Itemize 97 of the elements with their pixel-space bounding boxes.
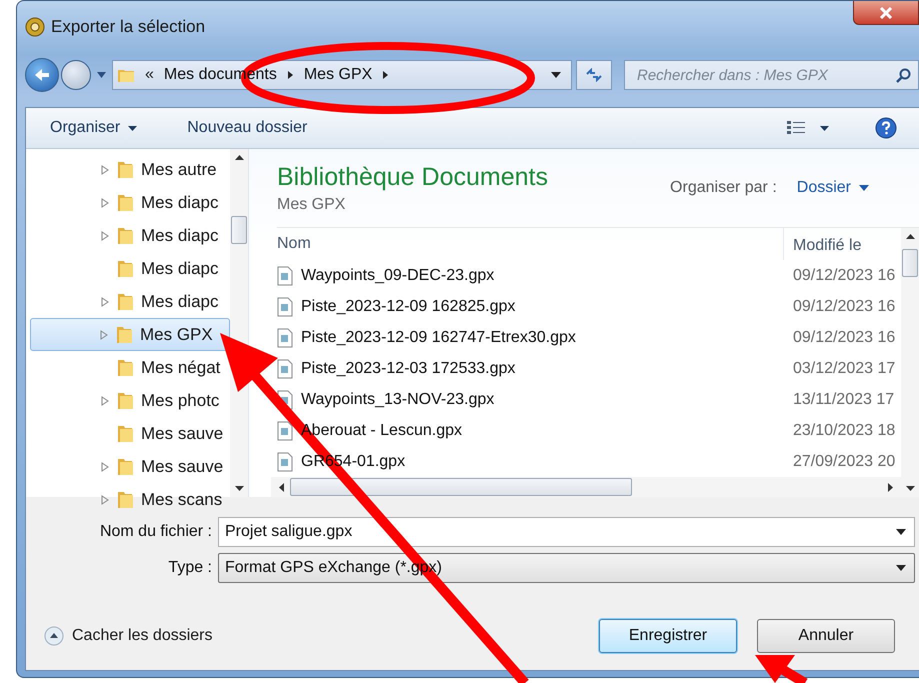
file-name[interactable]: Waypoints_13-NOV-23.gpx <box>301 390 494 408</box>
file-name[interactable]: Waypoints_09-DEC-23.gpx <box>301 266 494 284</box>
collapse-icon <box>44 626 64 646</box>
file-name[interactable]: Piste_2023-12-03 172533.gpx <box>301 360 516 378</box>
refresh-button[interactable] <box>576 60 612 90</box>
scroll-down-icon[interactable] <box>234 486 244 491</box>
expand-arrow-icon[interactable] <box>101 462 109 472</box>
scrollbar-thumb[interactable] <box>290 478 632 496</box>
file-date: 23/10/2023 18 <box>792 422 896 440</box>
folder-tree-item[interactable]: Mes diapc <box>26 285 230 318</box>
folder-tree-item[interactable]: Mes autre <box>26 153 230 186</box>
file-date: 03/12/2023 17 <box>792 360 896 378</box>
left-arrow-icon <box>33 67 51 83</box>
file-date: 09/12/2023 16 <box>792 298 896 316</box>
document-icon <box>277 452 293 472</box>
breadcrumb[interactable]: Mes GPX <box>304 66 372 84</box>
scroll-right-icon[interactable] <box>888 482 893 492</box>
disc-icon <box>25 17 45 37</box>
folder-tree-item[interactable]: Mes sauve <box>26 417 230 450</box>
help-icon[interactable] <box>875 117 897 139</box>
forward-button[interactable] <box>61 60 91 90</box>
annotation-arrow <box>755 655 808 683</box>
folder-tree-item[interactable]: Mes diapc <box>26 186 230 219</box>
scroll-down-icon[interactable] <box>906 486 914 491</box>
folder-icon <box>115 192 135 212</box>
folder-icon <box>115 424 135 444</box>
close-button[interactable] <box>853 1 919 25</box>
arrange-label: Organiser par : <box>670 179 777 197</box>
scroll-up-icon[interactable] <box>906 234 914 239</box>
folder-icon <box>115 258 135 278</box>
caret-icon <box>128 126 138 130</box>
search-icon <box>896 68 911 83</box>
folder-icon <box>115 390 135 410</box>
view-options-icon[interactable] <box>786 120 808 136</box>
caret-icon[interactable] <box>896 565 906 571</box>
document-icon <box>277 328 293 348</box>
back-button[interactable] <box>25 58 59 92</box>
folder-icon <box>115 490 135 510</box>
arrow-icon[interactable] <box>382 70 390 80</box>
cancel-button[interactable]: Annuler <box>757 619 895 653</box>
library-subtitle: Mes GPX <box>277 196 346 214</box>
library-title: Bibliothèque Documents <box>277 162 548 192</box>
file-date: 09/12/2023 16 <box>792 266 896 284</box>
overflow-chevron[interactable]: « <box>145 66 154 84</box>
document-icon <box>277 266 293 286</box>
field-label: Nom du fichier : <box>98 523 212 541</box>
close-icon <box>879 6 893 18</box>
toolbar-button[interactable]: Nouveau dossier <box>177 115 318 141</box>
folder-tree-item[interactable]: Mes GPX <box>30 318 230 351</box>
caret-icon[interactable] <box>896 529 906 535</box>
folder-icon <box>114 324 134 344</box>
folder-tree-item[interactable]: Mes diapc <box>26 219 230 252</box>
caret-icon <box>859 185 869 191</box>
menu-button[interactable]: Organiser <box>40 115 148 141</box>
search-field[interactable]: Rechercher dans : Mes GPX <box>624 60 919 90</box>
caret-icon[interactable] <box>551 72 561 78</box>
document-icon <box>277 420 293 440</box>
document-icon <box>277 358 293 378</box>
file-date: 27/09/2023 20 <box>792 452 896 470</box>
arrow-icon[interactable] <box>286 70 294 80</box>
scroll-up-icon[interactable] <box>234 155 244 160</box>
folder-tree-item[interactable]: Mes diapc <box>26 252 230 285</box>
scrollbar[interactable] <box>271 477 901 497</box>
file-date: 09/12/2023 16 <box>792 328 896 346</box>
expand-arrow-icon[interactable] <box>101 164 109 174</box>
refresh-icon <box>585 68 603 82</box>
folder-icon <box>115 292 135 312</box>
hide-folders-button[interactable]: Cacher les dossiers <box>44 626 212 646</box>
caret-icon[interactable] <box>820 126 829 130</box>
scrollbar-thumb[interactable] <box>902 249 918 277</box>
folder-icon <box>115 456 135 476</box>
folder-tree-item[interactable]: Mes négat <box>26 351 230 384</box>
expand-arrow-icon[interactable] <box>101 494 109 504</box>
folder-tree-item[interactable]: Mes photc <box>26 384 230 417</box>
folder-icon <box>115 226 135 246</box>
scroll-left-icon[interactable] <box>279 482 284 492</box>
window-title: Exporter la sélection <box>51 17 206 37</box>
filename-field[interactable]: Projet saligue.gpx <box>218 517 915 547</box>
folder-icon <box>115 358 135 378</box>
folder-tree-item[interactable]: Mes sauve <box>26 450 230 483</box>
document-icon <box>277 296 293 316</box>
scrollbar-thumb[interactable] <box>231 216 247 244</box>
field-label: Type : <box>167 559 212 577</box>
arrange-dropdown[interactable]: Dossier <box>796 179 869 197</box>
expand-arrow-icon[interactable] <box>101 198 109 208</box>
save-button[interactable]: Enregistrer <box>599 619 737 653</box>
expand-arrow-icon[interactable] <box>101 396 109 406</box>
expand-arrow-icon[interactable] <box>101 296 109 306</box>
file-name[interactable]: Piste_2023-12-09 162747-Etrex30.gpx <box>301 328 576 346</box>
column-header[interactable]: Nom <box>271 235 783 253</box>
expand-arrow-icon[interactable] <box>101 230 109 240</box>
file-date: 13/11/2023 17 <box>792 390 896 408</box>
file-name[interactable]: Piste_2023-12-09 162825.gpx <box>301 298 516 316</box>
folder-icon <box>115 160 135 180</box>
expand-arrow-icon[interactable] <box>100 330 108 340</box>
folder-tree-item[interactable]: Mes scans <box>26 483 230 516</box>
scrollbar[interactable] <box>901 228 919 497</box>
